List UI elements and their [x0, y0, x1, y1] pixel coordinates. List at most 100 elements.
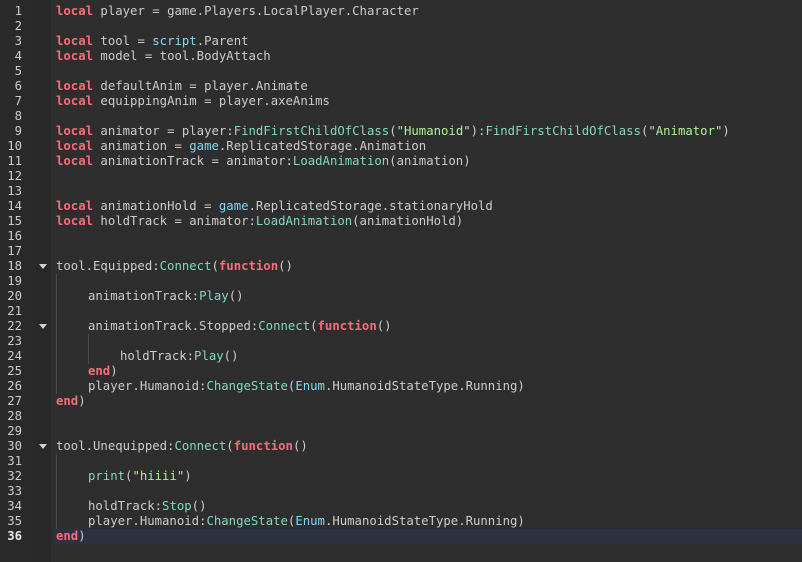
token-id: ): [78, 529, 86, 543]
code-line[interactable]: player.Humanoid:ChangeState(Enum.Humanoi…: [88, 514, 525, 529]
token-id: .ReplicatedStorage.Animation: [218, 139, 427, 153]
current-line-highlight: [54, 529, 802, 544]
fold-arrow-icon[interactable]: [39, 264, 47, 269]
token-id: .HumanoidStateType.Running): [324, 379, 525, 393]
code-line[interactable]: local animationHold = game.ReplicatedSto…: [56, 199, 493, 214]
token-id: (): [376, 319, 392, 333]
token-id: .Parent: [196, 34, 249, 48]
token-id: ): [722, 124, 730, 138]
line-number: 34: [7, 499, 22, 513]
token-id: equippingAnim = player.axeAnims: [93, 94, 330, 108]
code-line[interactable]: end): [88, 364, 118, 379]
token-id: (): [223, 349, 239, 363]
token-bi: game: [218, 199, 249, 213]
token-id: player = game.Players.LocalPlayer.Charac…: [93, 4, 419, 18]
line-number: 9: [14, 124, 22, 138]
token-id: (: [310, 319, 318, 333]
line-number: 26: [7, 379, 22, 393]
code-line[interactable]: local holdTrack = animator:LoadAnimation…: [56, 214, 463, 229]
token-kw: function: [233, 439, 293, 453]
line-number: 15: [7, 214, 22, 228]
token-id: player.Humanoid:: [88, 514, 207, 528]
code-line[interactable]: local equippingAnim = player.axeAnims: [56, 94, 330, 109]
code-line[interactable]: tool.Unequipped:Connect(function(): [56, 439, 308, 454]
code-line[interactable]: holdTrack:Play(): [120, 349, 238, 364]
line-number: 25: [7, 364, 22, 378]
token-id: (: [389, 124, 397, 138]
code-line[interactable]: tool.Equipped:Connect(function(): [56, 259, 293, 274]
token-id: defaultAnim = player.Animate: [93, 79, 308, 93]
token-fn: Connect: [258, 319, 311, 333]
token-kw: end: [56, 394, 79, 408]
line-number: 18: [7, 259, 22, 273]
token-id: (animation): [389, 154, 471, 168]
code-line[interactable]: player.Humanoid:ChangeState(Enum.Humanoi…: [88, 379, 525, 394]
token-id: tool.Unequipped:: [56, 439, 175, 453]
token-fn: ChangeState: [206, 379, 288, 393]
line-number: 10: [7, 139, 22, 153]
line-number: 13: [7, 184, 22, 198]
token-id: ): [184, 469, 192, 483]
token-bi: Enum: [295, 379, 325, 393]
line-number: 22: [7, 319, 22, 333]
code-line[interactable]: end): [56, 394, 86, 409]
token-id: (): [191, 499, 207, 513]
token-fn: FindFirstChildOfClass: [233, 124, 390, 138]
line-number: 2: [14, 19, 22, 33]
line-number: 17: [7, 244, 22, 258]
code-line[interactable]: local model = tool.BodyAttach: [56, 49, 271, 64]
code-line[interactable]: holdTrack:Stop(): [88, 499, 206, 514]
token-kw: local: [56, 199, 94, 213]
token-fn: LoadAnimation: [255, 214, 353, 228]
line-number: 14: [7, 199, 22, 213]
fold-arrow-icon[interactable]: [39, 444, 47, 449]
line-number: 33: [7, 484, 22, 498]
code-line[interactable]: local player = game.Players.LocalPlayer.…: [56, 4, 419, 19]
line-number: 4: [14, 49, 22, 63]
code-line[interactable]: local animation = game.ReplicatedStorage…: [56, 139, 426, 154]
line-number: 27: [7, 394, 22, 408]
token-id: tool.Equipped:: [56, 259, 160, 273]
line-number: 29: [7, 424, 22, 438]
token-id: ): [110, 364, 118, 378]
token-fn: print: [88, 469, 126, 483]
token-id: (): [228, 289, 244, 303]
line-number: 35: [7, 514, 22, 528]
line-number: 7: [14, 94, 22, 108]
code-line[interactable]: local animator = player:FindFirstChildOf…: [56, 124, 730, 139]
line-number: 30: [7, 439, 22, 453]
code-line[interactable]: end): [56, 529, 86, 544]
code-line[interactable]: animationTrack.Stopped:Connect(function(…: [88, 319, 392, 334]
code-line[interactable]: print("hiiii"): [88, 469, 192, 484]
token-fn: Play: [199, 289, 229, 303]
code-line[interactable]: animationTrack:Play(): [88, 289, 244, 304]
token-kw: local: [56, 79, 94, 93]
token-id: .ReplicatedStorage.stationaryHold: [248, 199, 493, 213]
token-fn: Connect: [159, 259, 212, 273]
token-kw: local: [56, 34, 94, 48]
token-kw: function: [317, 319, 377, 333]
indent-guide: [88, 334, 89, 364]
token-id: holdTrack:: [120, 349, 195, 363]
code-line[interactable]: local defaultAnim = player.Animate: [56, 79, 308, 94]
token-id: ): [78, 394, 86, 408]
token-str: "Animator": [648, 124, 723, 138]
code-line[interactable]: local animationTrack = animator:LoadAnim…: [56, 154, 471, 169]
indent-guide: [56, 274, 57, 394]
line-number: 3: [14, 34, 22, 48]
code-line[interactable]: local tool = script.Parent: [56, 34, 249, 49]
token-kw: local: [56, 214, 94, 228]
indent-guide: [56, 454, 57, 529]
token-id: player.Humanoid:: [88, 379, 207, 393]
token-kw: local: [56, 4, 94, 18]
token-id: model = tool.BodyAttach: [93, 49, 271, 63]
line-number: 21: [7, 304, 22, 318]
token-str: "Humanoid": [396, 124, 471, 138]
token-kw: local: [56, 139, 94, 153]
line-number: 36: [7, 529, 22, 543]
token-id: animation =: [93, 139, 190, 153]
token-id: .HumanoidStateType.Running): [324, 514, 525, 528]
line-number: 20: [7, 289, 22, 303]
token-id: (: [211, 259, 219, 273]
fold-arrow-icon[interactable]: [39, 324, 47, 329]
